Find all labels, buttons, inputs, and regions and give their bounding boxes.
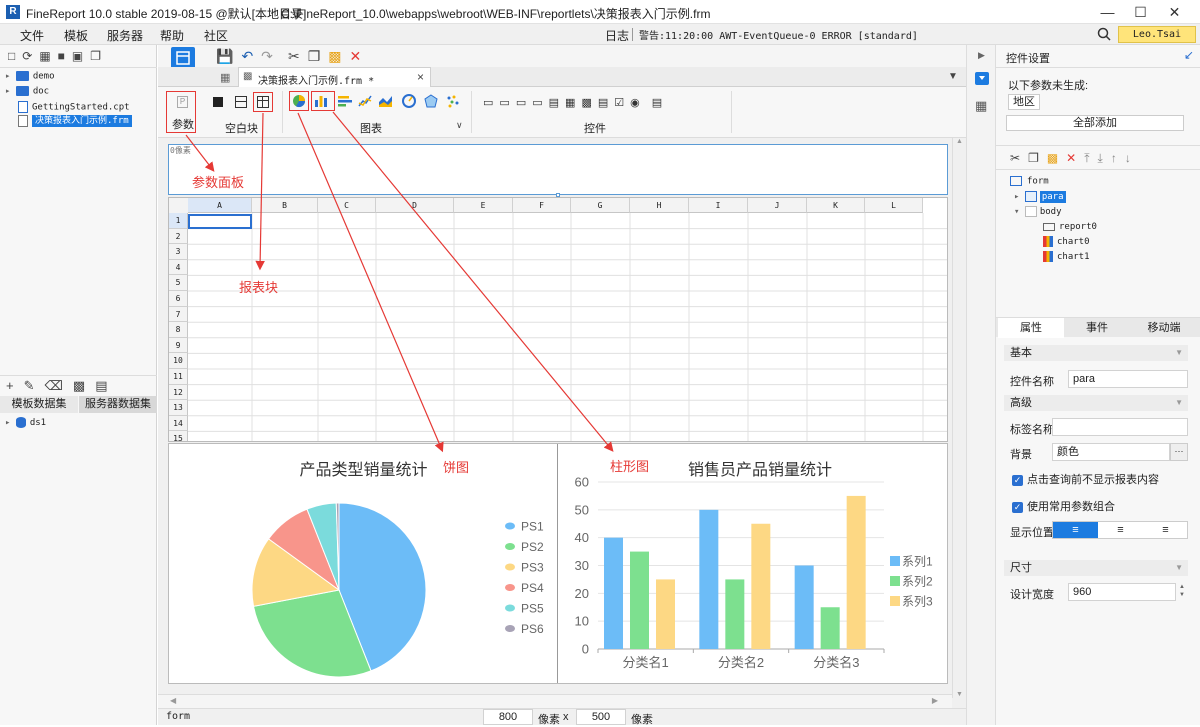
check-icon: ✓ bbox=[1012, 474, 1023, 486]
display-position-label: 显示位置 bbox=[1010, 527, 1054, 539]
form-icon bbox=[1010, 176, 1022, 186]
canvas-width-input[interactable]: 800 bbox=[483, 709, 533, 725]
align-group: ≡ ≡ ≡ bbox=[1052, 521, 1188, 539]
report-icon bbox=[1043, 222, 1055, 231]
horizontal-scrollbar[interactable]: ◀ ▶ bbox=[158, 694, 952, 708]
canvas-area: 0像素 ABCDEFGHIJKL 1 2 3 4 5 6 7 8 9 10 11 12 13 14 15 产… bbox=[158, 111, 966, 710]
align-center-icon[interactable]: ≡ bbox=[1098, 522, 1143, 538]
tree-node-body[interactable]: ▾ body bbox=[1014, 206, 1062, 217]
check-icon: ✓ bbox=[1012, 501, 1023, 513]
mode-label: form bbox=[166, 711, 191, 722]
chart-icon bbox=[1043, 236, 1053, 247]
arrow-param bbox=[185, 134, 215, 172]
tab-events[interactable]: 事件 bbox=[1064, 318, 1130, 338]
move-up-icon[interactable]: ↑ bbox=[1111, 151, 1125, 165]
chart-icon bbox=[1043, 251, 1053, 262]
background-select[interactable]: 颜色 bbox=[1052, 443, 1170, 461]
tree-node-chart1[interactable]: chart1 bbox=[1043, 251, 1090, 262]
arrow-pie bbox=[297, 112, 444, 453]
side-strip: ▶ ▦ bbox=[966, 45, 996, 725]
vertical-scrollbar[interactable]: ▲ ▼ bbox=[952, 138, 966, 698]
align-left-icon[interactable]: ≡ bbox=[1053, 522, 1098, 538]
checkbox-common-params[interactable]: ✓ 使用常用参数组合 bbox=[1012, 498, 1115, 514]
expand-icon[interactable]: ▶ bbox=[978, 50, 985, 61]
width-stepper[interactable]: ▲ ▼ bbox=[1176, 583, 1188, 601]
align-right-icon[interactable]: ≡ bbox=[1143, 522, 1188, 538]
annotation-report-block: 报表块 bbox=[239, 280, 279, 295]
section-advanced[interactable]: 高级 ▼ bbox=[1004, 395, 1188, 411]
add-all-button[interactable]: 全部添加 bbox=[1006, 115, 1184, 131]
canvas-height-input[interactable]: 500 bbox=[576, 709, 626, 725]
background-label: 背景 bbox=[1010, 449, 1032, 461]
layout-icon[interactable]: ▦ bbox=[975, 98, 987, 114]
cut-icon[interactable]: ✂ bbox=[1010, 151, 1028, 165]
paste-icon[interactable]: ▩ bbox=[1047, 151, 1066, 165]
right-panel: 控件设置 ↙ 以下参数未生成: 地区 全部添加 ✂❐▩✕⤒⤓↑↓ form ▸ … bbox=[996, 45, 1200, 725]
para-icon bbox=[1024, 191, 1037, 202]
tag-name-input[interactable] bbox=[1052, 418, 1188, 436]
delete-icon[interactable]: ✕ bbox=[1066, 151, 1084, 165]
arrow-bar bbox=[332, 111, 614, 452]
tree-node-report0[interactable]: report0 bbox=[1043, 222, 1097, 232]
unused-params-note: 以下参数未生成: bbox=[1008, 80, 1089, 92]
tree-node-para[interactable]: ▸ para bbox=[1014, 191, 1066, 203]
tree-toolbar: ✂❐▩✕⤒⤓↑↓ bbox=[1010, 151, 1139, 166]
move-down-icon[interactable]: ↓ bbox=[1125, 151, 1139, 165]
body-icon bbox=[1024, 206, 1037, 217]
annotation-param-panel: 参数面板 bbox=[192, 175, 245, 190]
move-top-icon[interactable]: ⤒ bbox=[1084, 151, 1097, 165]
design-width-input[interactable]: 960 bbox=[1068, 583, 1176, 601]
widget-name-label: 控件名称 bbox=[1010, 376, 1054, 388]
bottom-bar: form 800 像素 x 500 像素 bbox=[158, 708, 966, 726]
tab-properties[interactable]: 属性 bbox=[998, 318, 1064, 338]
arrow-report-block bbox=[255, 112, 265, 271]
tag-name-label: 标签名称 bbox=[1010, 424, 1054, 436]
move-bottom-icon[interactable]: ⤓ bbox=[1098, 151, 1111, 165]
design-width-label: 设计宽度 bbox=[1010, 589, 1054, 601]
param-chip-area[interactable]: 地区 bbox=[1008, 94, 1040, 110]
checkbox-hide-before-query[interactable]: ✓ 点击查询前不显示报表内容 bbox=[1012, 471, 1159, 487]
copy-icon[interactable]: ❐ bbox=[1028, 151, 1047, 165]
tab-mobile[interactable]: 移动端 bbox=[1130, 318, 1198, 338]
panel-header: 控件设置 bbox=[1006, 53, 1050, 65]
tree-node-form[interactable]: form bbox=[1010, 176, 1049, 187]
annotation-pie: 饼图 bbox=[443, 460, 470, 475]
background-more-button[interactable]: ··· bbox=[1170, 443, 1188, 461]
pin-icon[interactable]: ↙ bbox=[1184, 48, 1194, 62]
widget-name-input[interactable]: para bbox=[1068, 370, 1188, 388]
section-basic[interactable]: 基本 ▼ bbox=[1004, 345, 1188, 361]
annotation-bar: 柱形图 bbox=[610, 459, 650, 474]
section-size[interactable]: 尺寸 ▼ bbox=[1004, 560, 1188, 576]
tree-node-chart0[interactable]: chart0 bbox=[1043, 236, 1090, 247]
property-tabs: 属性 事件 移动端 bbox=[996, 317, 1200, 338]
times-sign: x bbox=[563, 711, 569, 723]
widget-settings-icon[interactable] bbox=[975, 72, 989, 85]
